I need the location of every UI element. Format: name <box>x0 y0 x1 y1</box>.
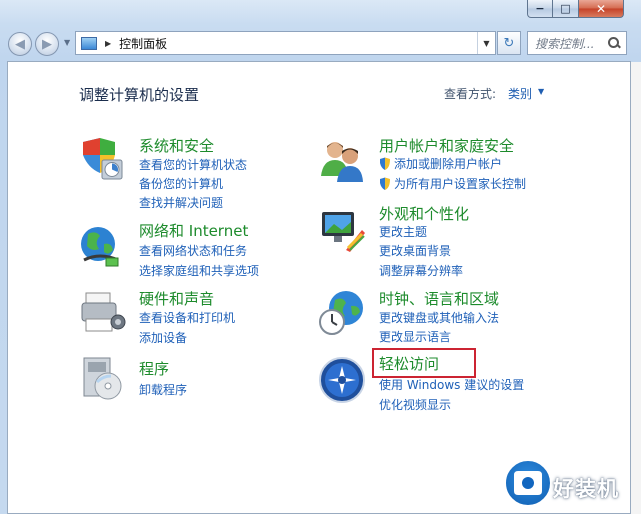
link-change-display-language[interactable]: 更改显示语言 <box>379 328 451 345</box>
link-label[interactable]: 为所有用户设置家长控制 <box>394 175 526 192</box>
breadcrumb-separator-icon[interactable]: ▶ <box>105 39 111 48</box>
breadcrumb-control-panel[interactable]: 控制面板 <box>119 35 167 52</box>
category-title-appearance[interactable]: 外观和个性化 <box>379 203 469 224</box>
recent-pages-dropdown-icon[interactable]: ▼ <box>64 38 70 47</box>
control-panel-icon <box>81 36 97 50</box>
search-input[interactable]: 搜索控制... <box>535 35 606 52</box>
minimize-icon: − <box>535 2 545 15</box>
refresh-button[interactable]: ↻ <box>497 31 521 55</box>
background-window-edge <box>630 62 641 514</box>
category-title-system-security[interactable]: 系统和安全 <box>139 135 214 156</box>
clock-language-icon[interactable] <box>318 288 366 336</box>
main-content: 调整计算机的设置 查看方式: 类别 ▼ 系统和安全 查看您的计算机状态 备份您的… <box>7 61 631 514</box>
address-history-dropdown-icon[interactable]: ▼ <box>477 32 495 54</box>
page-title: 调整计算机的设置 <box>79 86 200 104</box>
uac-shield-icon <box>380 177 390 190</box>
watermark-logo-icon <box>504 459 552 507</box>
link-view-computer-status[interactable]: 查看您的计算机状态 <box>139 156 247 173</box>
watermark-text: 好装机 <box>553 477 619 501</box>
back-arrow-icon: ◀ <box>15 36 25 52</box>
forward-arrow-icon: ▶ <box>42 36 52 52</box>
caption-buttons: − □ ✕ <box>527 0 624 19</box>
control-panel-window: − □ ✕ ◀ ▶ ▼ ▶ 控制面板 ▼ ↻ 搜索控制... 调整计算机的设置 … <box>0 0 641 514</box>
back-button[interactable]: ◀ <box>8 32 32 56</box>
uac-shield-icon <box>380 157 390 170</box>
search-icon[interactable] <box>606 35 622 51</box>
link-change-input-method[interactable]: 更改键盘或其他输入法 <box>379 309 499 326</box>
view-by-chevron-down-icon[interactable]: ▼ <box>538 87 544 96</box>
category-title-user-accounts[interactable]: 用户帐户和家庭安全 <box>379 135 514 156</box>
ease-of-access-icon[interactable] <box>318 356 366 404</box>
category-title-hardware-sound[interactable]: 硬件和声音 <box>139 288 214 309</box>
programs-icon[interactable] <box>78 354 126 402</box>
view-by-label: 查看方式: <box>444 87 497 101</box>
system-security-icon[interactable] <box>78 135 126 183</box>
minimize-button[interactable]: − <box>527 0 553 18</box>
link-backup-computer[interactable]: 备份您的计算机 <box>139 175 223 192</box>
user-accounts-icon[interactable] <box>318 136 366 184</box>
close-button[interactable]: ✕ <box>579 0 624 18</box>
link-label[interactable]: 添加或删除用户帐户 <box>394 155 502 172</box>
close-icon: ✕ <box>595 1 607 16</box>
link-uninstall-program[interactable]: 卸载程序 <box>139 381 187 398</box>
link-homegroup-sharing[interactable]: 选择家庭组和共享选项 <box>139 262 259 279</box>
category-title-network-internet[interactable]: 网络和 Internet <box>139 220 248 241</box>
link-windows-recommended-settings[interactable]: 使用 Windows 建议的设置 <box>379 376 524 393</box>
address-bar[interactable]: ▶ 控制面板 ▼ <box>75 31 496 55</box>
category-title-programs[interactable]: 程序 <box>139 358 169 379</box>
forward-button[interactable]: ▶ <box>35 32 59 56</box>
refresh-icon: ↻ <box>503 35 515 51</box>
appearance-icon[interactable] <box>318 206 366 254</box>
view-by-dropdown[interactable]: 类别 <box>508 85 532 102</box>
link-devices-printers[interactable]: 查看设备和打印机 <box>139 309 235 326</box>
link-view-network-status[interactable]: 查看网络状态和任务 <box>139 242 247 259</box>
search-box[interactable]: 搜索控制... <box>527 31 627 55</box>
link-parental-controls[interactable]: 为所有用户设置家长控制 <box>379 175 526 192</box>
link-add-remove-accounts[interactable]: 添加或删除用户帐户 <box>379 155 502 172</box>
link-change-desktop-background[interactable]: 更改桌面背景 <box>379 242 451 259</box>
link-add-device[interactable]: 添加设备 <box>139 329 187 346</box>
link-change-theme[interactable]: 更改主题 <box>379 223 427 240</box>
hardware-sound-icon[interactable] <box>78 289 126 337</box>
category-title-clock-language[interactable]: 时钟、语言和区域 <box>379 288 499 309</box>
link-adjust-resolution[interactable]: 调整屏幕分辨率 <box>379 262 463 279</box>
link-troubleshoot[interactable]: 查找并解决问题 <box>139 194 223 211</box>
link-optimize-video-display[interactable]: 优化视频显示 <box>379 396 451 413</box>
network-internet-icon[interactable] <box>78 222 126 270</box>
maximize-icon: □ <box>560 2 571 15</box>
highlight-box <box>372 348 476 378</box>
maximize-button[interactable]: □ <box>553 0 579 18</box>
